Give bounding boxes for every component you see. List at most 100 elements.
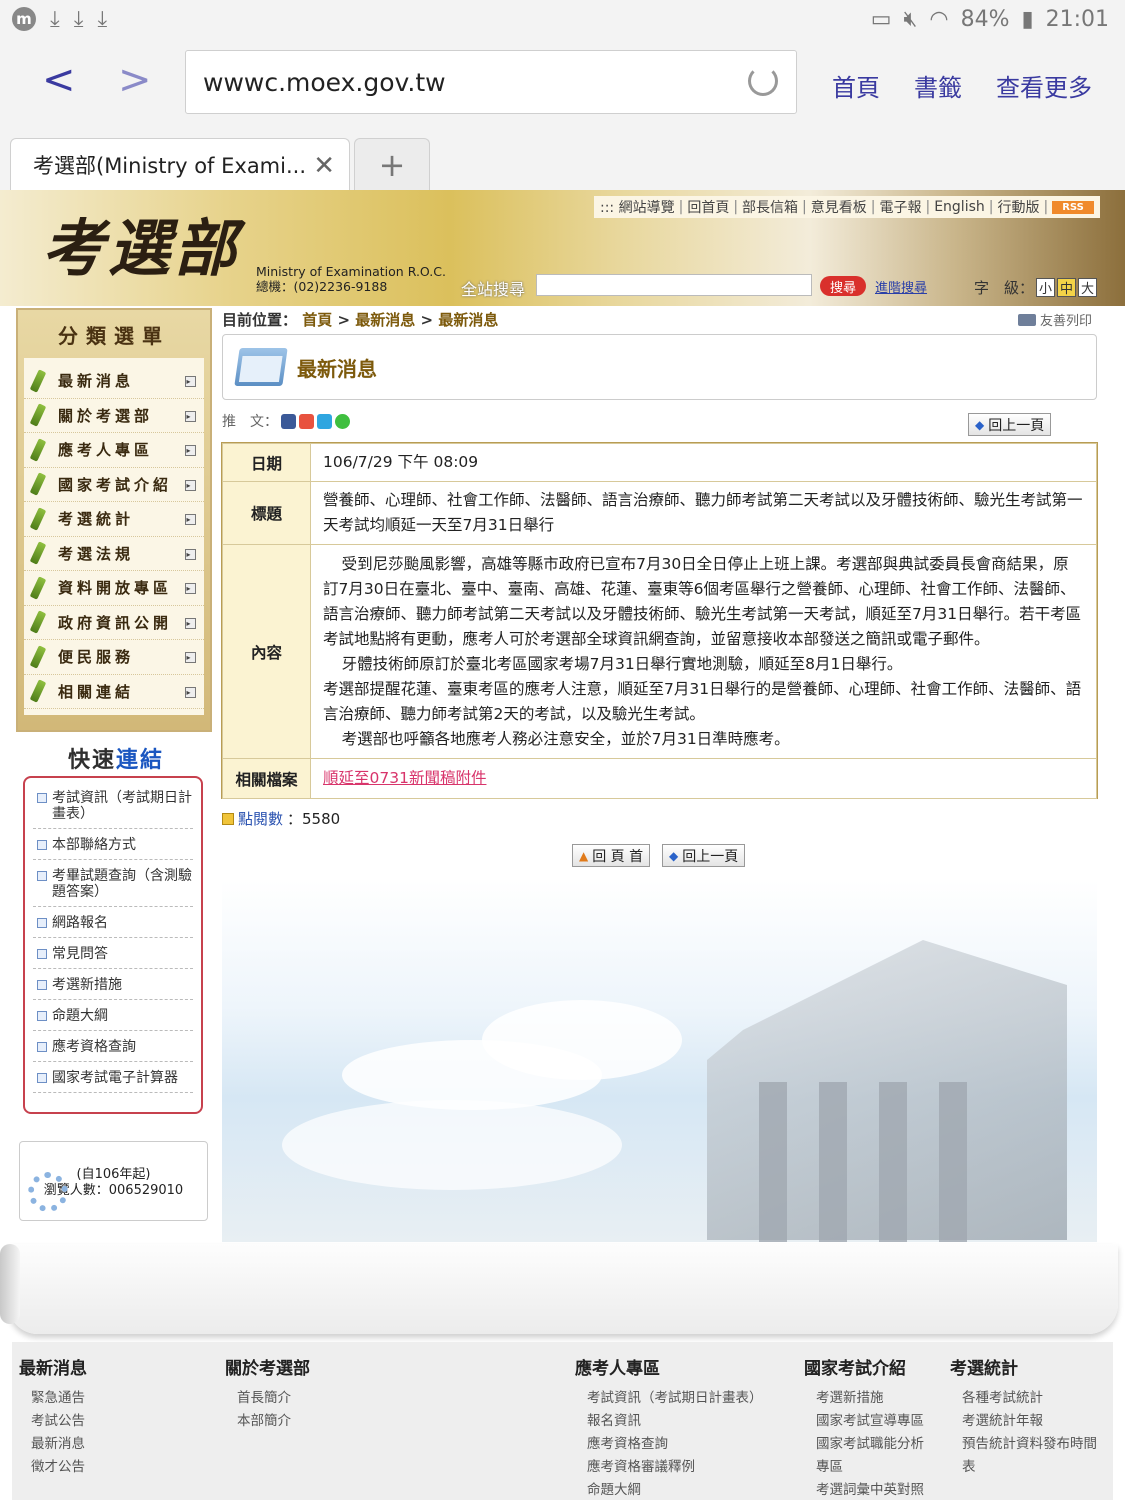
footer-link[interactable]: 應考資格查詢 [575, 1433, 763, 1456]
footer-link[interactable]: 考試公告 [19, 1410, 87, 1433]
top-link-minister-mail[interactable]: 部長信箱 [742, 197, 798, 217]
pencil-icon [29, 645, 47, 669]
attachment-link[interactable]: 順延至0731新聞稿附件 [323, 769, 486, 787]
address-bar[interactable]: wwwc.moex.gov.tw [185, 50, 797, 114]
footer-col-candidates: 應考人專區 考試資訊（考試期日計畫表） 報名資訊 應考資格查詢 應考資格審議釋例… [575, 1354, 763, 1502]
close-icon[interactable]: ✕ [313, 151, 335, 181]
twitter-icon[interactable] [317, 413, 332, 429]
sidebar-item-services[interactable]: 便民服務 ▸ [24, 640, 204, 675]
top-link-mobile[interactable]: 行動版 [997, 197, 1039, 217]
sidebar-item-statistics[interactable]: 考選統計 ▸ [24, 502, 204, 537]
home-button[interactable]: 首頁 [832, 68, 880, 103]
forward-arrow-icon[interactable]: > [118, 60, 152, 100]
quick-link-label: 本部聯絡方式 [52, 837, 136, 853]
quick-link-eligibility[interactable]: 應考資格查詢 [33, 1035, 193, 1062]
footer-link[interactable]: 首長簡介 [225, 1387, 310, 1410]
search-button[interactable]: 搜尋 [820, 276, 866, 296]
expand-icon: ▸ [185, 548, 196, 560]
footer-link[interactable]: 本部簡介 [225, 1410, 310, 1433]
sidebar-item-label: 便民服務 [58, 648, 135, 667]
back-button-bottom[interactable]: ◆ 回上一頁 [662, 844, 746, 867]
back-button[interactable]: ◆ 回上一頁 [968, 413, 1052, 436]
footer-link[interactable]: 報名資訊 [575, 1410, 763, 1433]
back-arrow-icon[interactable]: < [42, 60, 76, 100]
background-building-image [222, 880, 1097, 1242]
footer-link[interactable]: 考選統計年報 [950, 1410, 1110, 1433]
quick-link-calculator[interactable]: 國家考試電子計算器 [33, 1066, 193, 1093]
font-size-small[interactable]: 小 [1036, 278, 1056, 297]
sidebar-item-regulations[interactable]: 考選法規 ▸ [24, 537, 204, 571]
quick-link-online-registration[interactable]: 網路報名 [33, 911, 193, 938]
print-button[interactable]: 友善列印 [1018, 310, 1092, 329]
sidebar-item-candidates[interactable]: 應考人專區 ▸ [24, 433, 204, 468]
footer-link[interactable]: 考選詞彙中英對照 [804, 1479, 924, 1502]
quick-link-exam-schedule[interactable]: 考試資訊（考試期日計畫表） [33, 786, 193, 829]
bullet-icon [37, 1011, 47, 1021]
more-button[interactable]: 查看更多 [996, 68, 1092, 103]
footer-link[interactable]: 國家考試職能分析 [804, 1433, 924, 1456]
line-icon[interactable] [335, 413, 350, 429]
top-link-opinion[interactable]: 意見看板 [811, 197, 867, 217]
bookmarks-button[interactable]: 書籤 [914, 68, 962, 103]
quick-link-faq[interactable]: 常見問答 [33, 942, 193, 969]
tab-title: 考選部(Ministry of Exami... [33, 153, 306, 178]
footer-link[interactable]: 國家考試宣導專區 [804, 1410, 924, 1433]
sidebar-item-exams[interactable]: 國家考試介紹 ▸ [24, 468, 204, 502]
hit-counter-label: 點閱數 [238, 810, 284, 828]
calendar-icon [234, 348, 288, 386]
footer-link[interactable]: 考試資訊（考試期日計畫表） [575, 1387, 763, 1410]
footer-link[interactable]: 表 [950, 1456, 1110, 1479]
quick-link-syllabus[interactable]: 命題大綱 [33, 1004, 193, 1031]
footer-link[interactable]: 最新消息 [19, 1433, 87, 1456]
quick-link-new-measures[interactable]: 考選新措施 [33, 973, 193, 1000]
footer-link[interactable]: 預告統計資料發布時間 [950, 1433, 1110, 1456]
footer-col-title[interactable]: 最新消息 [19, 1354, 87, 1379]
footer-col-title[interactable]: 國家考試介紹 [804, 1354, 924, 1379]
footer-link[interactable]: 應考資格審議釋例 [575, 1456, 763, 1479]
font-size-large[interactable]: 大 [1078, 278, 1098, 297]
sidebar-item-about[interactable]: 關於考選部 ▸ [24, 399, 204, 433]
site-search-input[interactable] [536, 274, 812, 296]
quick-link-label: 國家考試電子計算器 [52, 1070, 178, 1086]
footer-col-statistics: 考選統計 各種考試統計 考選統計年報 預告統計資料發布時間 表 [950, 1354, 1110, 1479]
footer-col-title[interactable]: 關於考選部 [225, 1354, 310, 1379]
new-tab-button[interactable]: + [354, 138, 430, 190]
quick-link-contact[interactable]: 本部聯絡方式 [33, 833, 193, 860]
quick-link-label: 網路報名 [52, 915, 108, 931]
footer-link[interactable]: 命題大綱 [575, 1479, 763, 1502]
reload-icon[interactable] [748, 66, 778, 96]
breadcrumb-current[interactable]: 最新消息 [438, 311, 498, 329]
scroll-edge-decoration [0, 1244, 20, 1324]
footer-col-title[interactable]: 應考人專區 [575, 1354, 763, 1379]
footer-col-title[interactable]: 考選統計 [950, 1354, 1110, 1379]
search-label: 全站搜尋 [461, 280, 526, 299]
footer-link[interactable]: 各種考試統計 [950, 1387, 1110, 1410]
breadcrumb-home[interactable]: 首頁 [302, 311, 332, 329]
breadcrumb-news[interactable]: 最新消息 [355, 311, 415, 329]
sidebar-item-open-data[interactable]: 資料開放專區 ▸ [24, 571, 204, 606]
top-link-newsletter[interactable]: 電子報 [879, 197, 921, 217]
plurk-icon[interactable] [299, 413, 314, 429]
quick-link-past-papers[interactable]: 考畢試題查詢（含測驗題答案） [33, 864, 193, 907]
site-logo[interactable]: 考選部 [42, 198, 240, 288]
facebook-icon[interactable] [281, 413, 296, 429]
footer-link[interactable]: 專區 [804, 1456, 924, 1479]
advanced-search-link[interactable]: 進階搜尋 [875, 277, 927, 296]
tab-active[interactable]: 考選部(Ministry of Exami... ✕ [10, 138, 350, 190]
footer-link[interactable]: 緊急通告 [19, 1387, 87, 1410]
pencil-icon [29, 507, 47, 531]
footer-link[interactable]: 徵才公告 [19, 1456, 87, 1479]
rss-button[interactable]: RSS [1052, 200, 1094, 214]
top-link-home[interactable]: 回首頁 [687, 197, 729, 217]
top-link-sitemap[interactable]: ::: 網站導覽 [600, 197, 675, 217]
sidebar-item-links[interactable]: 相關連結 ▸ [24, 675, 204, 709]
font-size-medium[interactable]: 中 [1057, 278, 1077, 297]
quick-link-label: 考選新措施 [52, 977, 122, 993]
hit-counter: 點閱數 ：5580 [222, 808, 340, 829]
footer-link[interactable]: 考選新措施 [804, 1387, 924, 1410]
top-link-english[interactable]: English [934, 199, 985, 215]
sidebar-item-news[interactable]: 最新消息 ▸ [24, 364, 204, 399]
arrow-icon [222, 812, 234, 825]
back-to-top-button[interactable]: ▲ 回 頁 首 [572, 844, 651, 867]
sidebar-item-gov-info[interactable]: 政府資訊公開 ▸ [24, 606, 204, 640]
